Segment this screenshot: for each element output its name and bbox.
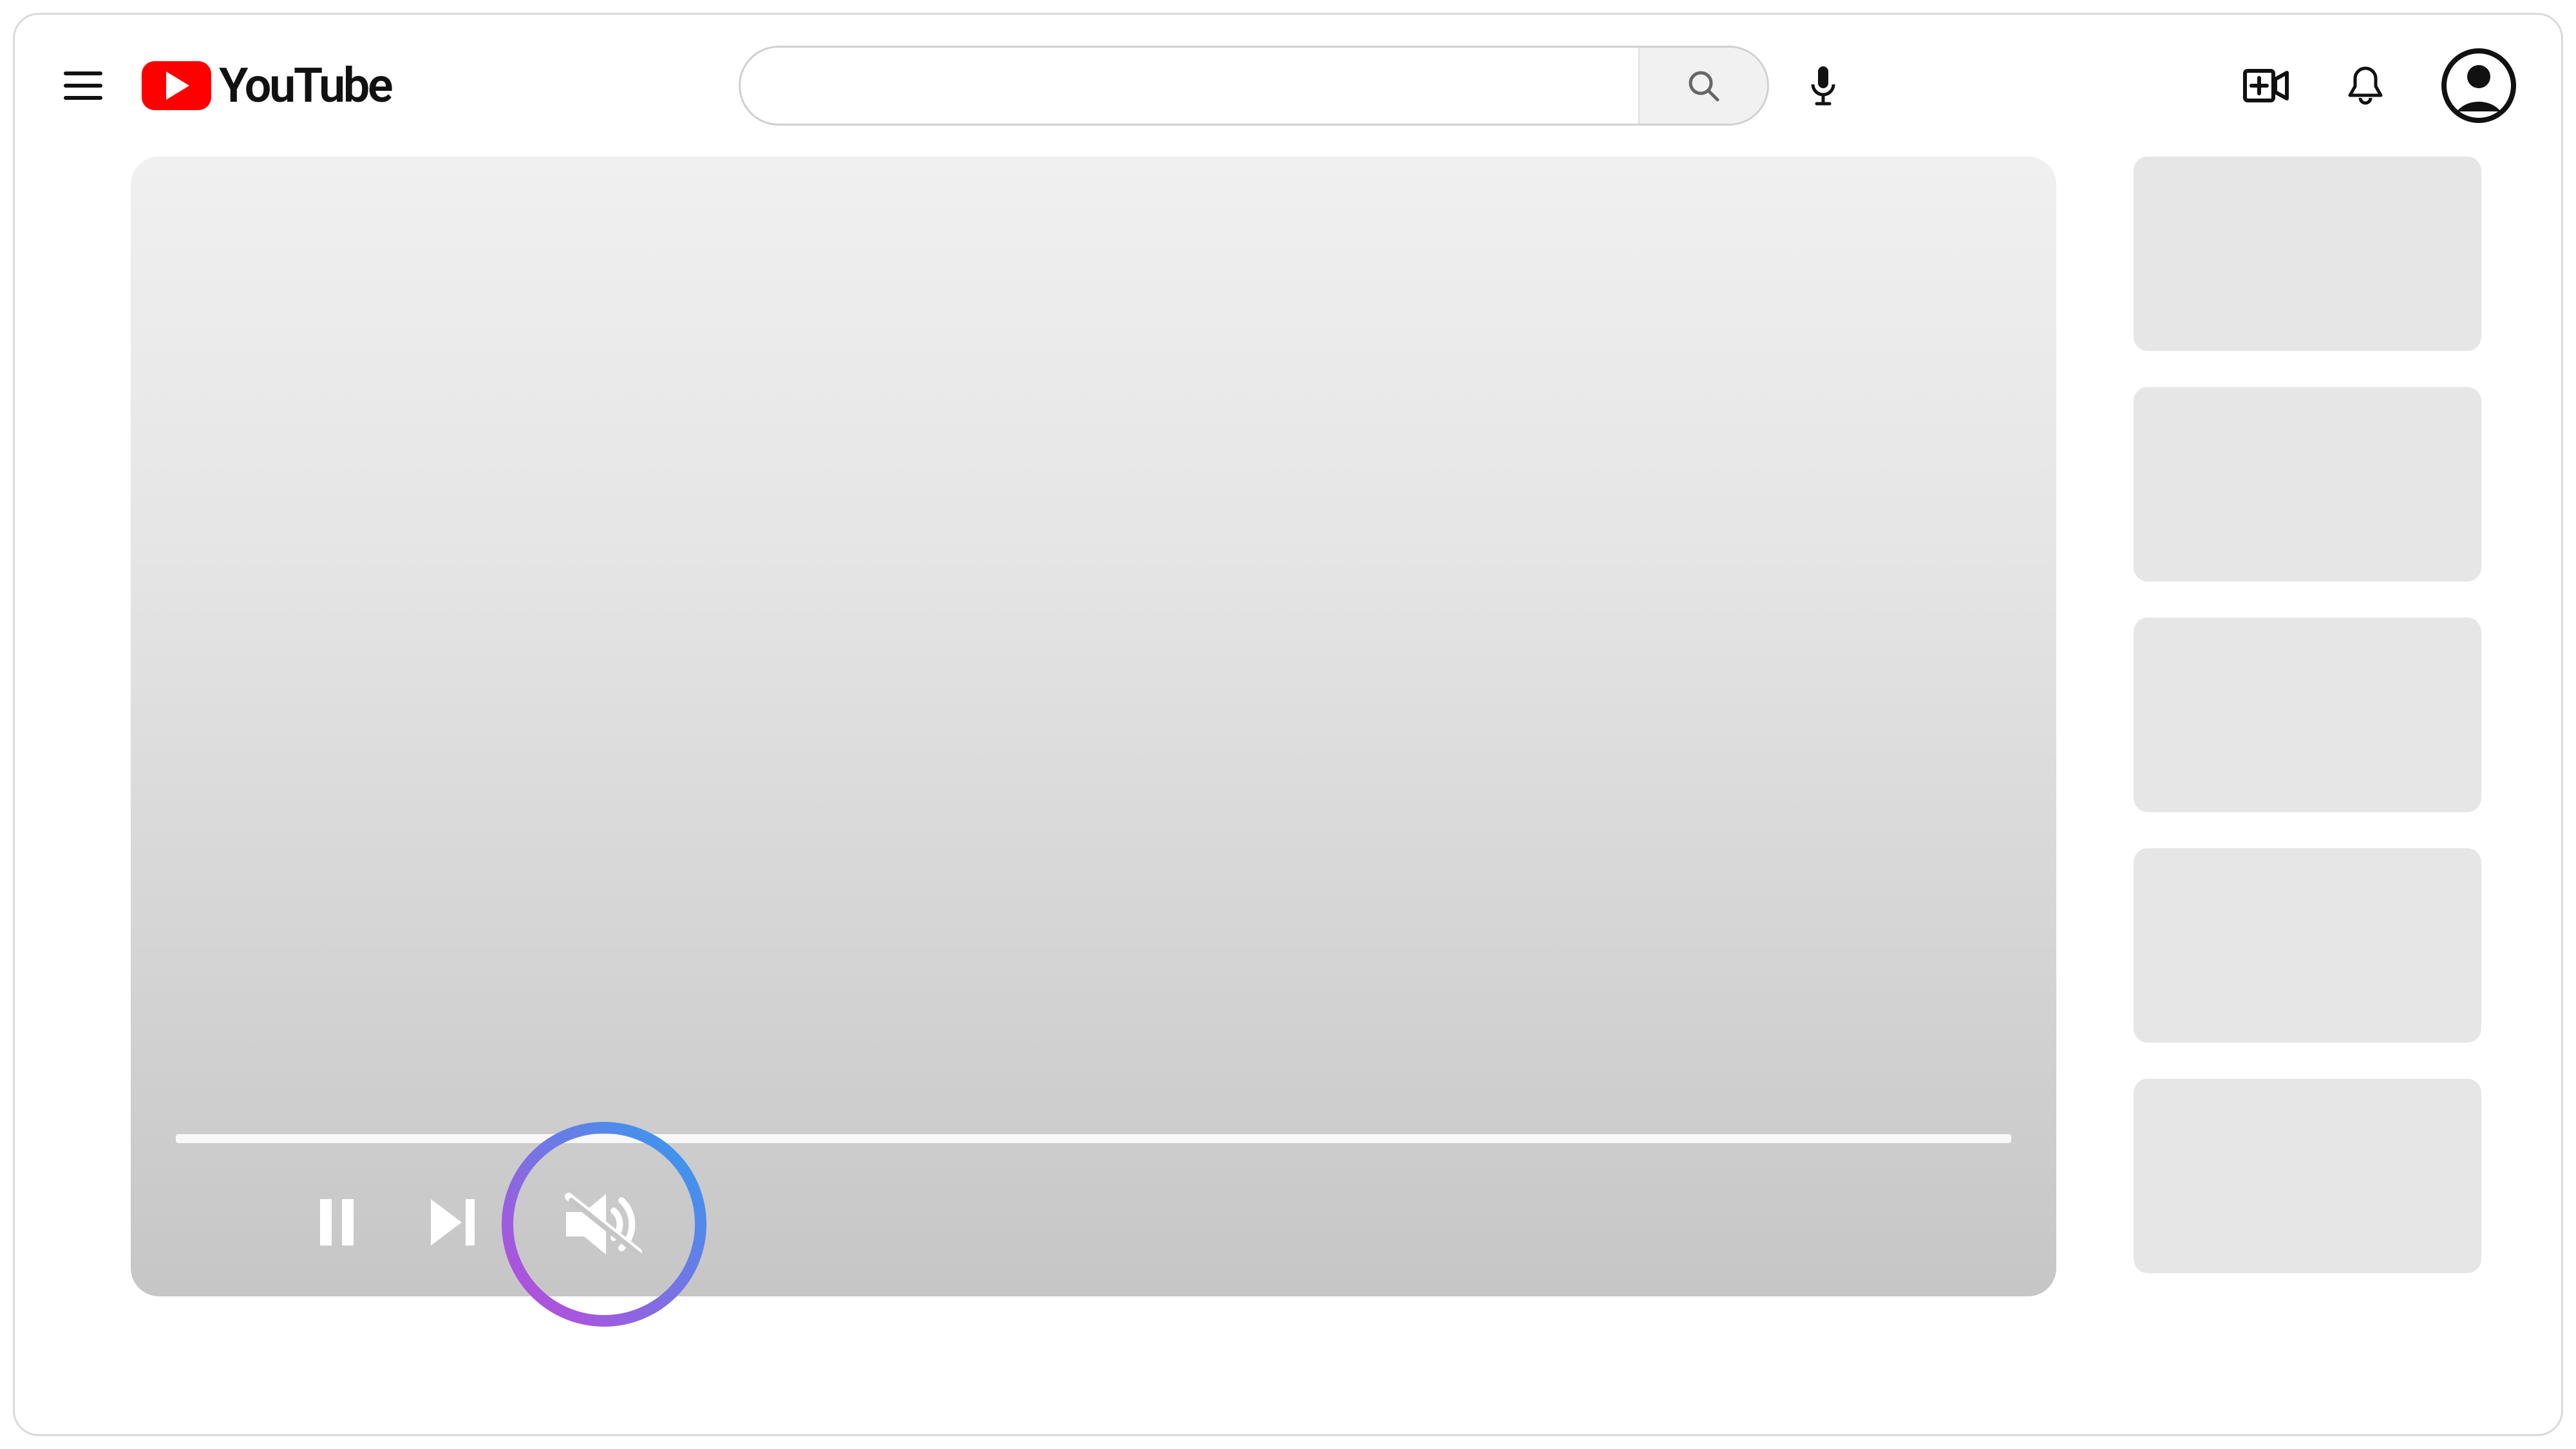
pause-icon: [316, 1199, 357, 1245]
hamburger-menu-button[interactable]: [60, 62, 106, 109]
microphone-icon: [1809, 65, 1837, 106]
header-bar: YouTube: [15, 15, 2561, 156]
header-actions: [2243, 15, 2516, 156]
hamburger-icon: [64, 70, 102, 101]
bell-icon: [2347, 64, 2383, 107]
youtube-logo-text: YouTube: [219, 58, 391, 114]
account-avatar[interactable]: [2441, 48, 2516, 123]
recommendations-column: [2134, 156, 2481, 1296]
main-content: [15, 156, 2561, 1296]
next-track-icon: [428, 1199, 477, 1245]
create-video-icon: [2243, 69, 2289, 102]
voice-search-button[interactable]: [1797, 60, 1849, 111]
player-column: [131, 156, 2056, 1296]
app-window: YouTube: [13, 13, 2563, 1436]
create-button[interactable]: [2243, 62, 2289, 109]
youtube-logo[interactable]: YouTube: [142, 58, 391, 114]
search-icon: [1685, 68, 1721, 104]
progress-bar[interactable]: [176, 1134, 2011, 1143]
notifications-button[interactable]: [2342, 62, 2389, 109]
search-button[interactable]: [1638, 48, 1767, 124]
search-input[interactable]: [741, 48, 1638, 124]
mute-button[interactable]: [562, 1182, 646, 1266]
recommended-video-thumbnail[interactable]: [2134, 156, 2481, 351]
search-area: [739, 46, 1849, 126]
volume-muted-icon: [562, 1189, 646, 1260]
recommended-video-thumbnail[interactable]: [2134, 618, 2481, 812]
video-player[interactable]: [131, 156, 2056, 1296]
recommended-video-thumbnail[interactable]: [2134, 1079, 2481, 1273]
player-controls: [131, 1148, 2056, 1296]
pause-button[interactable]: [311, 1197, 363, 1248]
youtube-logo-mark-icon: [142, 61, 211, 110]
user-avatar-icon: [2441, 48, 2516, 123]
recommended-video-thumbnail[interactable]: [2134, 848, 2481, 1043]
next-button[interactable]: [427, 1197, 478, 1248]
search-box: [739, 46, 1769, 126]
recommended-video-thumbnail[interactable]: [2134, 387, 2481, 582]
